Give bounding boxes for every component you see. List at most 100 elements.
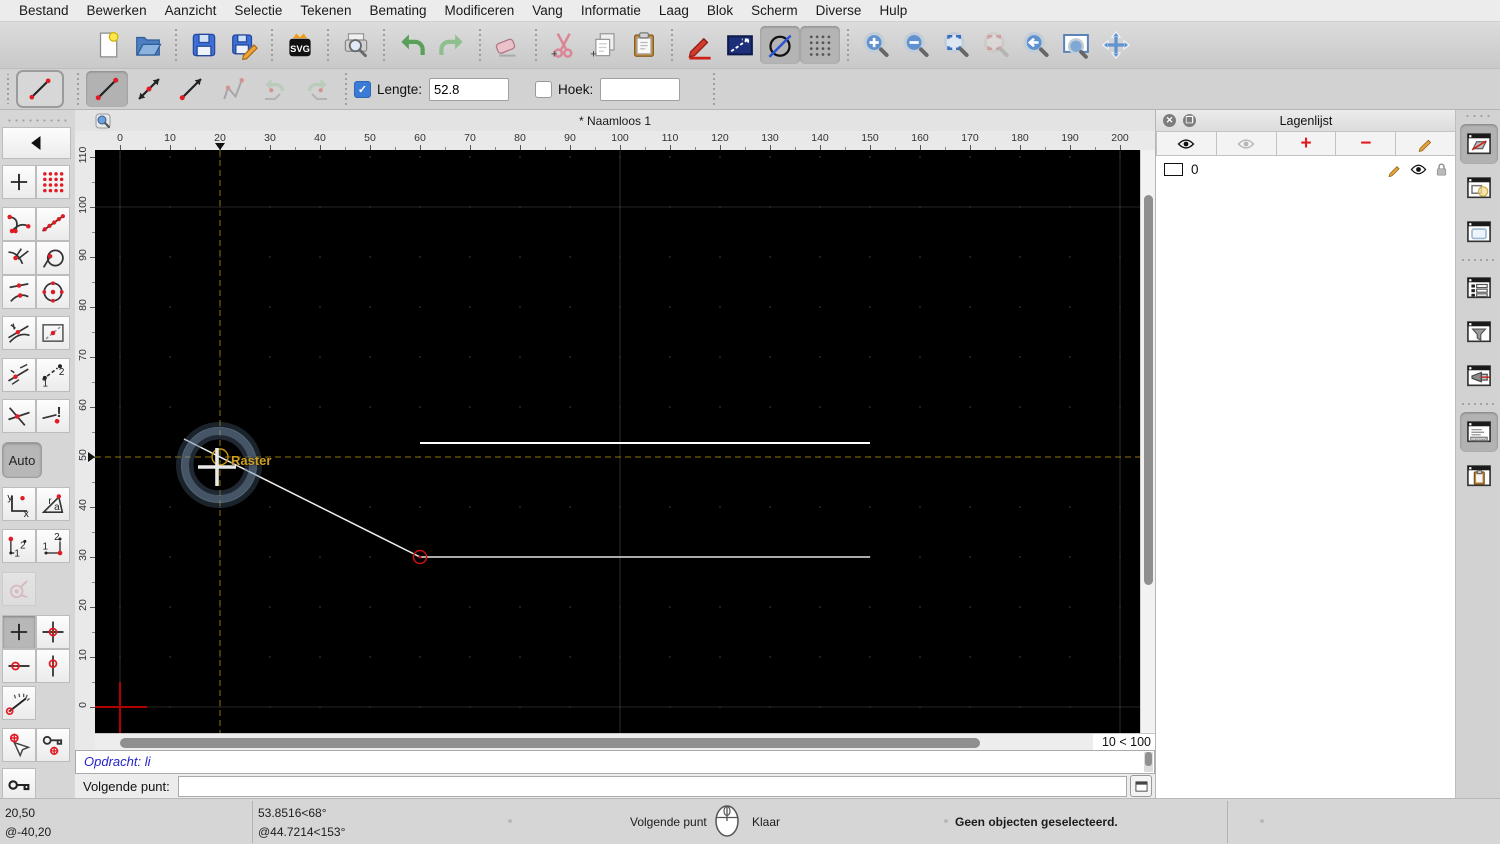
segment-undo-button[interactable]	[254, 71, 296, 107]
relative-zero-button[interactable]	[2, 768, 36, 802]
coordinate-cartesian-button[interactable]: yx	[2, 487, 36, 521]
panel-block-list-toggle-button[interactable]	[1460, 168, 1498, 208]
cut-button[interactable]: +	[544, 26, 584, 64]
panel-clipboard-toggle-button[interactable]	[1460, 456, 1498, 496]
menu-vang[interactable]: Vang	[523, 3, 572, 18]
zoom-previous-button[interactable]	[1016, 26, 1056, 64]
snap-grid-button[interactable]	[36, 165, 70, 199]
lock-relative-zero-button[interactable]	[36, 728, 70, 762]
hide-all-layers-button[interactable]	[1216, 131, 1277, 156]
panel-property-editor-toggle-button[interactable]	[1460, 268, 1498, 308]
snap-endpoints-button[interactable]	[2, 207, 36, 241]
menu-selectie[interactable]: Selectie	[225, 3, 291, 18]
snap-middle-button[interactable]	[2, 275, 36, 309]
restrict-nothing-button[interactable]	[2, 615, 36, 649]
canvas[interactable]: Raster	[95, 150, 1140, 733]
set-relative-zero-button[interactable]	[2, 728, 36, 762]
menu-bestand[interactable]: Bestand	[10, 3, 78, 18]
snap-on-entity-button[interactable]	[36, 207, 70, 241]
menu-scherm[interactable]: Scherm	[742, 3, 807, 18]
snap-angle-button[interactable]	[2, 686, 36, 720]
undo-button[interactable]	[392, 26, 432, 64]
zoom-out-button[interactable]	[896, 26, 936, 64]
menu-aanzicht[interactable]: Aanzicht	[156, 3, 226, 18]
remove-layer-button[interactable]: −	[1336, 131, 1397, 156]
panel-command-line-toggle-button[interactable]: command	[1459, 412, 1498, 452]
layer-lock-icon[interactable]	[1433, 161, 1450, 178]
restrict-vertical-button[interactable]	[36, 649, 70, 683]
snap-free-button[interactable]	[2, 165, 36, 199]
snap-distance-manual-button[interactable]	[2, 358, 36, 392]
edit-layer-icon[interactable]	[1387, 161, 1404, 178]
paste-button[interactable]	[624, 26, 664, 64]
redo-button[interactable]	[432, 26, 472, 64]
open-file-button[interactable]	[128, 26, 168, 64]
relative-cartesian-button[interactable]: 12	[2, 529, 36, 563]
construction-layer-button[interactable]	[760, 26, 800, 64]
polyline-button[interactable]	[212, 71, 254, 107]
length-input[interactable]	[429, 77, 510, 101]
length-checkbox[interactable]: ✓	[354, 80, 371, 98]
attributes-pencil-button[interactable]	[680, 26, 720, 64]
active-line-tool-button[interactable]	[16, 70, 64, 108]
menu-diverse[interactable]: Diverse	[807, 3, 871, 18]
horizontal-scrollbar[interactable]: 10 < 100	[95, 733, 1155, 751]
snap-center-button[interactable]	[36, 275, 70, 309]
angle-checkbox[interactable]	[535, 80, 553, 98]
relative-polar-button[interactable]: 12	[36, 529, 70, 563]
command-window-toggle-button[interactable]	[1130, 775, 1152, 797]
layer-visible-icon[interactable]	[1410, 161, 1427, 178]
auto-snap-button[interactable]: Auto	[2, 442, 42, 478]
line-two-points-button[interactable]	[86, 71, 128, 107]
back-arrow-button[interactable]	[2, 127, 71, 159]
palette-drag-handle[interactable]	[6, 118, 69, 123]
restrict-horizontal-button[interactable]	[2, 649, 36, 683]
menu-modificeren[interactable]: Modificeren	[436, 3, 524, 18]
panel-library-browser-toggle-button[interactable]	[1460, 212, 1498, 252]
menu-tekenen[interactable]: Tekenen	[291, 3, 360, 18]
selection-rectangle-button[interactable]	[720, 26, 760, 64]
zoom-window-button[interactable]	[1056, 26, 1096, 64]
add-layer-button[interactable]: +	[1276, 131, 1337, 156]
line-both-directions-button[interactable]	[128, 71, 170, 107]
zoom-auto-button[interactable]	[936, 26, 976, 64]
show-all-layers-button[interactable]	[1156, 131, 1217, 156]
svg-export-button[interactable]: SVG	[280, 26, 320, 64]
toolbar-drag-handle[interactable]	[4, 74, 12, 104]
zoom-pan-button[interactable]	[1096, 26, 1136, 64]
restrict-orthogonal-button[interactable]	[36, 615, 70, 649]
menu-bemating[interactable]: Bemating	[360, 3, 435, 18]
segment-redo-button[interactable]	[296, 71, 338, 107]
delete-eraser-button[interactable]	[488, 26, 528, 64]
snap-reference-button[interactable]	[36, 316, 70, 350]
edit-layer-button[interactable]	[1396, 131, 1456, 156]
menu-informatie[interactable]: Informatie	[572, 3, 650, 18]
snap-distance-button[interactable]: 12	[36, 358, 70, 392]
snap-perpendicular-button[interactable]	[2, 241, 36, 275]
print-preview-button[interactable]	[336, 26, 376, 64]
history-scrollbar-thumb[interactable]	[1145, 752, 1152, 766]
menu-blok[interactable]: Blok	[698, 3, 742, 18]
horizontal-scrollbar-thumb[interactable]	[120, 737, 980, 748]
panel-pen-settings-toggle-button[interactable]	[1460, 356, 1498, 396]
panel-layer-list-toggle-button[interactable]	[1459, 124, 1498, 164]
zoom-selection-button[interactable]	[976, 26, 1016, 64]
restrict-lock-button[interactable]	[2, 572, 36, 606]
snap-intersection-manual-button[interactable]: !	[36, 399, 70, 433]
vertical-scrollbar-thumb[interactable]	[1144, 195, 1153, 585]
save-button[interactable]	[184, 26, 224, 64]
history-scrollbar[interactable]	[1144, 752, 1153, 772]
copy-button[interactable]: +	[584, 26, 624, 64]
command-input[interactable]	[177, 775, 1127, 797]
snap-tangent-point-button[interactable]	[36, 241, 70, 275]
vertical-scrollbar[interactable]	[1140, 150, 1156, 733]
coordinate-polar-button[interactable]: ra	[36, 487, 70, 521]
new-file-button[interactable]	[88, 26, 128, 64]
menu-hulp[interactable]: Hulp	[870, 3, 916, 18]
menu-bewerken[interactable]: Bewerken	[78, 3, 156, 18]
panel-selection-filter-toggle-button[interactable]	[1460, 312, 1498, 352]
snap-auto-button[interactable]	[2, 316, 36, 350]
snap-intersection-button[interactable]	[2, 399, 36, 433]
line-ray-button[interactable]	[170, 71, 212, 107]
menu-laag[interactable]: Laag	[650, 3, 698, 18]
